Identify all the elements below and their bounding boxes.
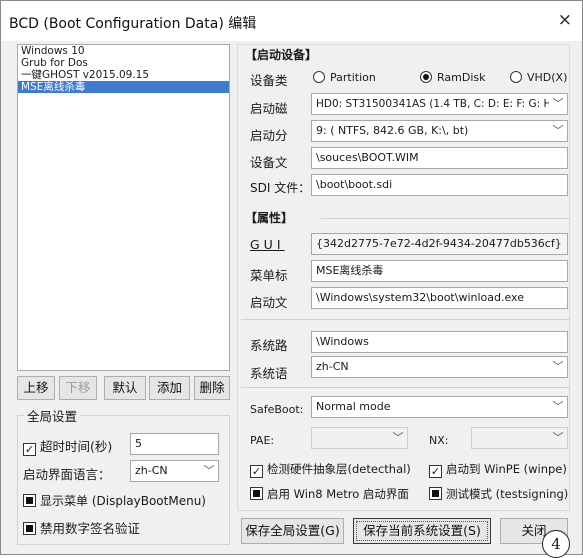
testsigning-label: 测试模式 (testsigning) — [446, 487, 569, 501]
ramdisk-radio-icon — [420, 71, 432, 83]
testsigning-check-icon — [429, 487, 442, 500]
winpe-check-icon: ✓ — [429, 465, 442, 478]
properties-title: 【属性】 — [242, 209, 297, 226]
timeout-check-icon: ✓ — [23, 443, 36, 456]
detecthal-checkbox[interactable]: ✓ 检测硬件抽象层(detecthal) — [250, 461, 411, 478]
radio-ramdisk[interactable]: RamDisk — [420, 71, 486, 84]
chevron-down-icon: ﹀ — [549, 94, 567, 114]
boot-entry-list[interactable]: Windows 10 Grub for Dos 一键GHOST v2015.09.1… — [17, 44, 230, 371]
device-file-input[interactable]: \souces\BOOT.WIM — [311, 147, 568, 169]
winpe-label: 启动到 WinPE (winpe) — [446, 462, 567, 476]
chevron-down-icon: ﹀ — [552, 431, 564, 444]
delete-entry-button[interactable]: 删除 — [194, 376, 230, 400]
title-bar: BCD (Boot Configuration Data) 编辑 × — [1, 1, 582, 41]
detecthal-label: 检测硬件抽象层(detecthal) — [267, 462, 411, 476]
guid-field[interactable]: {342d2775-7e72-4d2f-9434-20477db536cf} — [311, 233, 568, 255]
chevron-down-icon: ﹀ — [392, 431, 404, 444]
pae-label: PAE: — [250, 434, 275, 447]
boot-disk-select[interactable]: HD0: ST31500341AS (1.4 TB, C: D: E: F: G… — [311, 93, 568, 115]
device-type-label: 设备类 — [250, 73, 288, 88]
boot-partition-select[interactable]: 9: ( NTFS, 842.6 GB, K:\, bt) ﹀ — [311, 120, 568, 142]
menu-title-input[interactable]: MSE离线杀毒 — [311, 260, 568, 282]
boot-partition-value: 9: ( NTFS, 842.6 GB, K:\, bt) — [316, 124, 469, 137]
chevron-down-icon: ﹀ — [552, 400, 564, 413]
testsigning-checkbox[interactable]: 测试模式 (testsigning) — [429, 486, 568, 502]
disable-signature-label: 禁用数字签名验证 — [40, 521, 141, 536]
boot-entry-item[interactable]: Windows 10 — [18, 45, 229, 57]
move-up-button[interactable]: 上移 — [17, 376, 55, 400]
boot-disk-value: HD0: ST31500341AS (1.4 TB, C: D: E: F: G… — [316, 98, 552, 110]
boot-lang-select[interactable]: zh-CN ﹀ — [130, 460, 219, 482]
system-lang-select[interactable]: zh-CN ﹀ — [311, 356, 568, 378]
metro-label: 启用 Win8 Metro 启动界面 — [267, 487, 409, 501]
radio-partition[interactable]: Partition — [313, 71, 376, 84]
partition-radio-icon — [313, 71, 325, 83]
close-icon[interactable]: × — [558, 10, 572, 30]
chevron-down-icon: ﹀ — [552, 360, 564, 373]
device-file-label: 设备文 — [250, 155, 288, 170]
save-global-button[interactable]: 保存全局设置(G) — [241, 518, 344, 544]
window-title: BCD (Boot Configuration Data) 编辑 — [9, 16, 257, 32]
display-menu-label: 显示菜单 (DisplayBootMenu) — [40, 494, 206, 508]
section-divider-2 — [241, 387, 570, 388]
boot-entry-item[interactable]: 一键GHOST v2015.09.15 — [18, 69, 229, 81]
boot-entry-item[interactable]: Grub for Dos — [18, 57, 229, 69]
system-path-label: 系统路 — [250, 338, 288, 353]
global-settings-title: 全局设置 — [24, 406, 81, 425]
disable-signature-checkbox[interactable]: 禁用数字签名验证 — [23, 518, 140, 537]
timeout-checkbox[interactable]: ✓ 超时时间(秒) — [23, 436, 112, 456]
menu-title-label: 菜单标 — [250, 268, 288, 283]
ramdisk-radio-label: RamDisk — [437, 71, 486, 84]
boot-partition-label: 启动分 — [250, 128, 288, 143]
add-entry-button[interactable]: 添加 — [149, 376, 190, 400]
system-lang-label: 系统语 — [250, 366, 288, 381]
nx-select[interactable]: ﹀ — [471, 427, 568, 449]
boot-file-label: 启动文 — [250, 295, 288, 310]
boot-file-input[interactable]: \Windows\system32\boot\winload.exe — [311, 287, 568, 309]
sdi-file-input[interactable]: \boot\boot.sdi — [311, 174, 568, 196]
safeboot-value: Normal mode — [316, 400, 391, 413]
figure-number-badge: 4 — [542, 530, 570, 558]
vhdx-radio-label: VHD(X) — [527, 71, 568, 84]
section-divider — [241, 319, 570, 320]
bcd-editor-window: BCD (Boot Configuration Data) 编辑 × Windo… — [0, 0, 583, 558]
metro-check-icon — [250, 487, 263, 500]
save-current-button[interactable]: 保存当前系统设置(S) — [353, 518, 491, 544]
timeout-label: 超时时间(秒) — [40, 439, 113, 454]
system-lang-value: zh-CN — [316, 360, 349, 373]
metro-checkbox[interactable]: 启用 Win8 Metro 启动界面 — [250, 486, 409, 502]
sdi-file-label: SDI 文件： — [250, 181, 311, 195]
properties-divider — [321, 218, 570, 219]
move-down-button[interactable]: 下移 — [59, 376, 97, 400]
pae-select[interactable]: ﹀ — [311, 427, 408, 449]
timeout-input[interactable]: 5 — [130, 433, 219, 455]
boot-lang-value: zh-CN — [135, 464, 168, 477]
partition-radio-label: Partition — [330, 71, 376, 84]
display-menu-check-icon — [23, 494, 36, 507]
boot-device-title: 【启动设备】 — [242, 46, 321, 63]
vhdx-radio-icon — [510, 71, 522, 83]
detecthal-check-icon: ✓ — [250, 465, 263, 478]
disable-signature-check-icon — [23, 522, 36, 535]
set-default-button[interactable]: 默认 — [104, 376, 146, 400]
guid-label: GUI — [250, 237, 285, 252]
boot-entry-item[interactable]: MSE离线杀毒 — [18, 81, 229, 93]
chevron-down-icon: ﹀ — [552, 124, 564, 137]
system-path-input[interactable]: \Windows — [311, 331, 568, 353]
display-menu-checkbox[interactable]: 显示菜单 (DisplayBootMenu) — [23, 492, 206, 509]
chevron-down-icon: ﹀ — [203, 464, 215, 477]
winpe-checkbox[interactable]: ✓ 启动到 WinPE (winpe) — [429, 461, 567, 478]
safeboot-select[interactable]: Normal mode ﹀ — [311, 396, 568, 418]
boot-lang-label: 启动界面语言： — [23, 467, 111, 482]
boot-disk-label: 启动磁 — [250, 101, 288, 116]
safeboot-label: SafeBoot: — [250, 403, 304, 416]
nx-label: NX: — [429, 434, 449, 447]
radio-vhdx[interactable]: VHD(X) — [510, 71, 567, 84]
